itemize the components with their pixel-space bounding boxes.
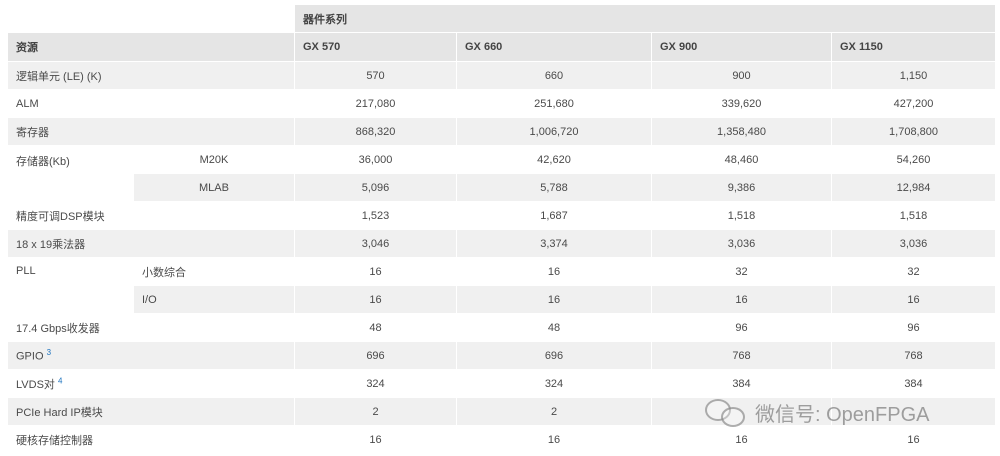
- header-row-family: 器件系列: [7, 4, 996, 33]
- family-header: 器件系列: [294, 4, 996, 33]
- col-gx1150: GX 1150: [831, 32, 996, 62]
- table-row: 硬核存储控制器 16 16 16 16: [7, 425, 996, 454]
- table-row: ALM 217,080 251,680 339,620 427,200: [7, 89, 996, 118]
- watermark-text: 微信号: OpenFPGA: [755, 403, 930, 426]
- table-row: 18 x 19乘法器 3,046 3,374 3,036 3,036: [7, 229, 996, 258]
- footnote-link[interactable]: 4: [58, 376, 62, 385]
- footnote-link[interactable]: 3: [47, 348, 51, 357]
- resource-header: 资源: [7, 32, 295, 62]
- table-row: GPIO 3 696 696 768 768: [7, 341, 996, 370]
- table-row: 精度可调DSP模块 1,523 1,687 1,518 1,518: [7, 201, 996, 230]
- table-row: 逻辑单元 (LE) (K) 570 660 900 1,150: [7, 61, 996, 90]
- col-gx900: GX 900: [651, 32, 832, 62]
- header-row-columns: 资源 GX 570 GX 660 GX 900 GX 1150: [7, 32, 996, 62]
- table-row: LVDS对 4 324 324 384 384: [7, 369, 996, 398]
- table-row: MLAB 5,096 5,788 9,386 12,984: [8, 173, 996, 202]
- col-gx660: GX 660: [456, 32, 652, 62]
- wechat-icon: [705, 397, 749, 427]
- device-resource-table: 器件系列 资源 GX 570 GX 660 GX 900 GX 1150 逻辑单…: [7, 4, 996, 454]
- table-row: 17.4 Gbps收发器 48 48 96 96: [7, 313, 996, 342]
- table-row: PLL 小数综合 16 16 32 32: [7, 257, 996, 314]
- table-row: I/O 16 16 16 16: [8, 285, 996, 314]
- table-row: 寄存器 868,320 1,006,720 1,358,480 1,708,80…: [7, 117, 996, 146]
- watermark: 微信号: OpenFPGA: [705, 395, 975, 429]
- col-gx570: GX 570: [294, 32, 457, 62]
- table-row: 存储器(Kb) M20K 36,000 42,620 48,460 54,260: [7, 145, 996, 202]
